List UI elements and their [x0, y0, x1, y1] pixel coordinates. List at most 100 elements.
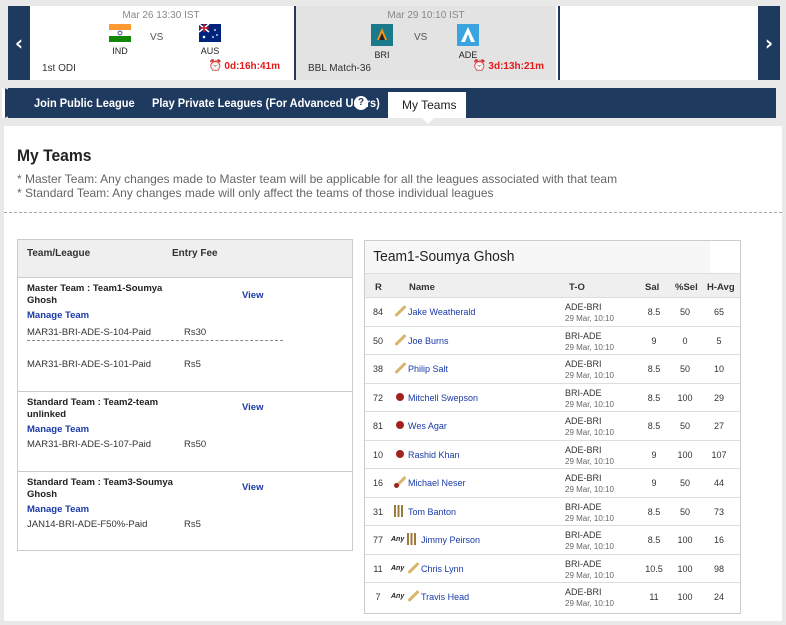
match-card[interactable]: Mar 29 10:10 IST BRI VS ADE BBL Match-36… [294, 6, 556, 80]
bat-icon [394, 305, 406, 317]
all-rounder-icon [394, 476, 406, 488]
table-row[interactable]: 38 Philip Salt ADE-BRI 29 Mar, 10:10 8.5 50 10 [365, 355, 740, 384]
col-team-opponent: T-O [569, 282, 585, 293]
team-opponent: ADE-BRI 29 Mar, 10:10 [565, 416, 614, 438]
match-label: 1st ODI [42, 63, 76, 74]
team-opponent: BRI-ADE 29 Mar, 10:10 [565, 502, 614, 524]
manage-team-link[interactable]: Manage Team [27, 504, 89, 515]
player-h-avg: 10 [713, 364, 724, 374]
match-date: 29 Mar, 10:10 [565, 570, 614, 580]
team-opponent: ADE-BRI 29 Mar, 10:10 [565, 359, 614, 381]
table-row[interactable]: 84 Jake Weatherald ADE-BRI 29 Mar, 10:10 8.5… [365, 298, 740, 327]
bat-icon [407, 590, 419, 602]
player-h-avg: 24 [713, 592, 724, 602]
col-rank: R [375, 282, 382, 293]
player-name[interactable]: Rashid Khan [408, 450, 460, 460]
player-name[interactable]: Wes Agar [408, 421, 447, 431]
match-date: 29 Mar, 10:10 [565, 342, 614, 352]
team-opponent: BRI-ADE 29 Mar, 10:10 [565, 331, 614, 353]
standard-team-note: * Standard Team: Any changes made will o… [17, 186, 494, 200]
entry-fee: Rs30 [184, 327, 207, 338]
alarm-clock-icon: ⏰ [472, 60, 487, 72]
match-date: 29 Mar, 10:10 [565, 456, 614, 466]
table-row[interactable]: 50 Joe Burns BRI-ADE 29 Mar, 10:10 9 0 5 [365, 327, 740, 355]
main-panel: My Teams * Master Team: Any changes made… [4, 126, 782, 621]
player-name[interactable]: Tom Banton [408, 507, 456, 517]
match-carousel: ‹ Mar 26 13:30 IST IND VS AUS 1st ODI ⏰ … [8, 6, 780, 80]
player-h-avg: 29 [713, 392, 724, 403]
fixture: ADE-BRI [565, 416, 602, 426]
table-row[interactable]: 77 Any Jimmy Peirson BRI-ADE 29 Mar, 10:10 8.… [365, 526, 740, 555]
help-icon[interactable]: ? [354, 96, 368, 110]
table-row[interactable]: 72 Mitchell Swepson BRI-ADE 29 Mar, 10:10 8.… [365, 384, 740, 412]
table-row[interactable]: 11 Any Chris Lynn BRI-ADE 29 Mar, 10:10 10.5 1… [365, 555, 740, 583]
league-block-standard: Standard Team : Team3-Soumya Ghosh View … [18, 472, 352, 550]
fixture: ADE-BRI [565, 587, 602, 597]
player-salary: 8.5 [647, 364, 661, 374]
australia-flag-icon [198, 23, 221, 42]
india-flag-icon [109, 24, 131, 42]
vs-label: VS [414, 32, 428, 43]
chevron-left-icon[interactable]: ‹ [8, 6, 30, 80]
tab-join-public-league[interactable]: Join Public League [34, 88, 135, 118]
player-name[interactable]: Mitchell Swepson [408, 393, 478, 403]
tab-play-private-leagues[interactable]: Play Private Leagues (For Advanced Users… [152, 88, 380, 118]
league-block-standard: Standard Team : Team2-team unlinked View… [18, 392, 352, 472]
view-link[interactable]: View [242, 290, 263, 301]
player-selected-percent: 50 [679, 506, 690, 517]
col-team-league: Team/League [27, 248, 91, 259]
player-selected-percent: 50 [679, 478, 690, 488]
player-salary: 9 [651, 335, 657, 346]
team-aus: AUS [192, 23, 228, 56]
player-name[interactable]: Joe Burns [408, 336, 449, 346]
fixture: ADE-BRI [565, 444, 602, 455]
chevron-right-icon[interactable]: › [758, 6, 780, 80]
master-team-note: * Master Team: Any changes made to Maste… [17, 172, 618, 186]
player-name[interactable]: Jimmy Peirson [421, 535, 480, 545]
tab-my-teams[interactable]: My Teams [388, 92, 466, 124]
bat-icon [407, 562, 419, 574]
fixture: BRI-ADE [565, 558, 602, 569]
col-salary: Sal [645, 282, 660, 293]
any-badge: Any [391, 536, 405, 543]
view-link[interactable]: View [242, 482, 263, 493]
manage-team-link[interactable]: Manage Team [27, 424, 89, 435]
player-name[interactable]: Michael Neser [408, 478, 466, 488]
player-name[interactable]: Jake Weatherald [408, 307, 475, 317]
player-selected-percent: 100 [677, 563, 693, 574]
team-opponent: ADE-BRI 29 Mar, 10:10 [565, 302, 614, 324]
player-name[interactable]: Chris Lynn [421, 564, 464, 574]
table-row[interactable]: 10 Rashid Khan ADE-BRI 29 Mar, 10:10 9 100 107 [365, 441, 740, 469]
league-name: MAR31-BRI-ADE-S-101-Paid [27, 359, 152, 370]
team-name: BRI [374, 50, 390, 60]
match-label: BBL Match-36 [308, 63, 371, 74]
table-row[interactable]: 16 Michael Neser ADE-BRI 29 Mar, 10:10 9 50 44 [365, 469, 740, 498]
player-selected-percent: 50 [679, 364, 690, 374]
league-block-master: Master Team : Team1-Soumya Ghosh View Ma… [18, 278, 352, 392]
match-card[interactable]: Mar 26 13:30 IST IND VS AUS 1st ODI ⏰ 0d… [30, 6, 292, 80]
player-salary: 10.5 [645, 563, 663, 574]
fixture: BRI-ADE [565, 530, 602, 540]
divider [27, 340, 283, 341]
team-opponent: ADE-BRI 29 Mar, 10:10 [565, 587, 614, 609]
team-title: Master Team : Team1-Soumya Ghosh [27, 283, 163, 306]
table-row[interactable]: 81 Wes Agar ADE-BRI 29 Mar, 10:10 8.5 50 27 [365, 412, 740, 441]
player-name[interactable]: Travis Head [421, 592, 469, 602]
table-row[interactable]: 31 Tom Banton BRI-ADE 29 Mar, 10:10 8.5 50 73 [365, 498, 740, 526]
player-h-avg: 44 [713, 478, 724, 488]
player-rank: 11 [373, 563, 383, 574]
player-rank: 31 [372, 506, 383, 517]
match-time: Mar 26 13:30 IST [122, 10, 200, 21]
team-title: Standard Team : Team2-team unlinked [27, 397, 159, 420]
view-link[interactable]: View [242, 402, 263, 413]
match-card-empty [558, 6, 758, 80]
table-row[interactable]: 7 Any Travis Head ADE-BRI 29 Mar, 10:10 11 100… [365, 583, 740, 612]
player-salary: 8.5 [647, 392, 661, 403]
manage-team-link[interactable]: Manage Team [27, 310, 89, 321]
match-date: 29 Mar, 10:10 [565, 428, 614, 437]
player-salary: 9 [651, 478, 657, 488]
player-selected-percent: 50 [679, 421, 690, 431]
player-rank: 7 [375, 592, 381, 602]
player-name[interactable]: Philip Salt [408, 364, 448, 374]
fixture: BRI-ADE [565, 501, 602, 512]
